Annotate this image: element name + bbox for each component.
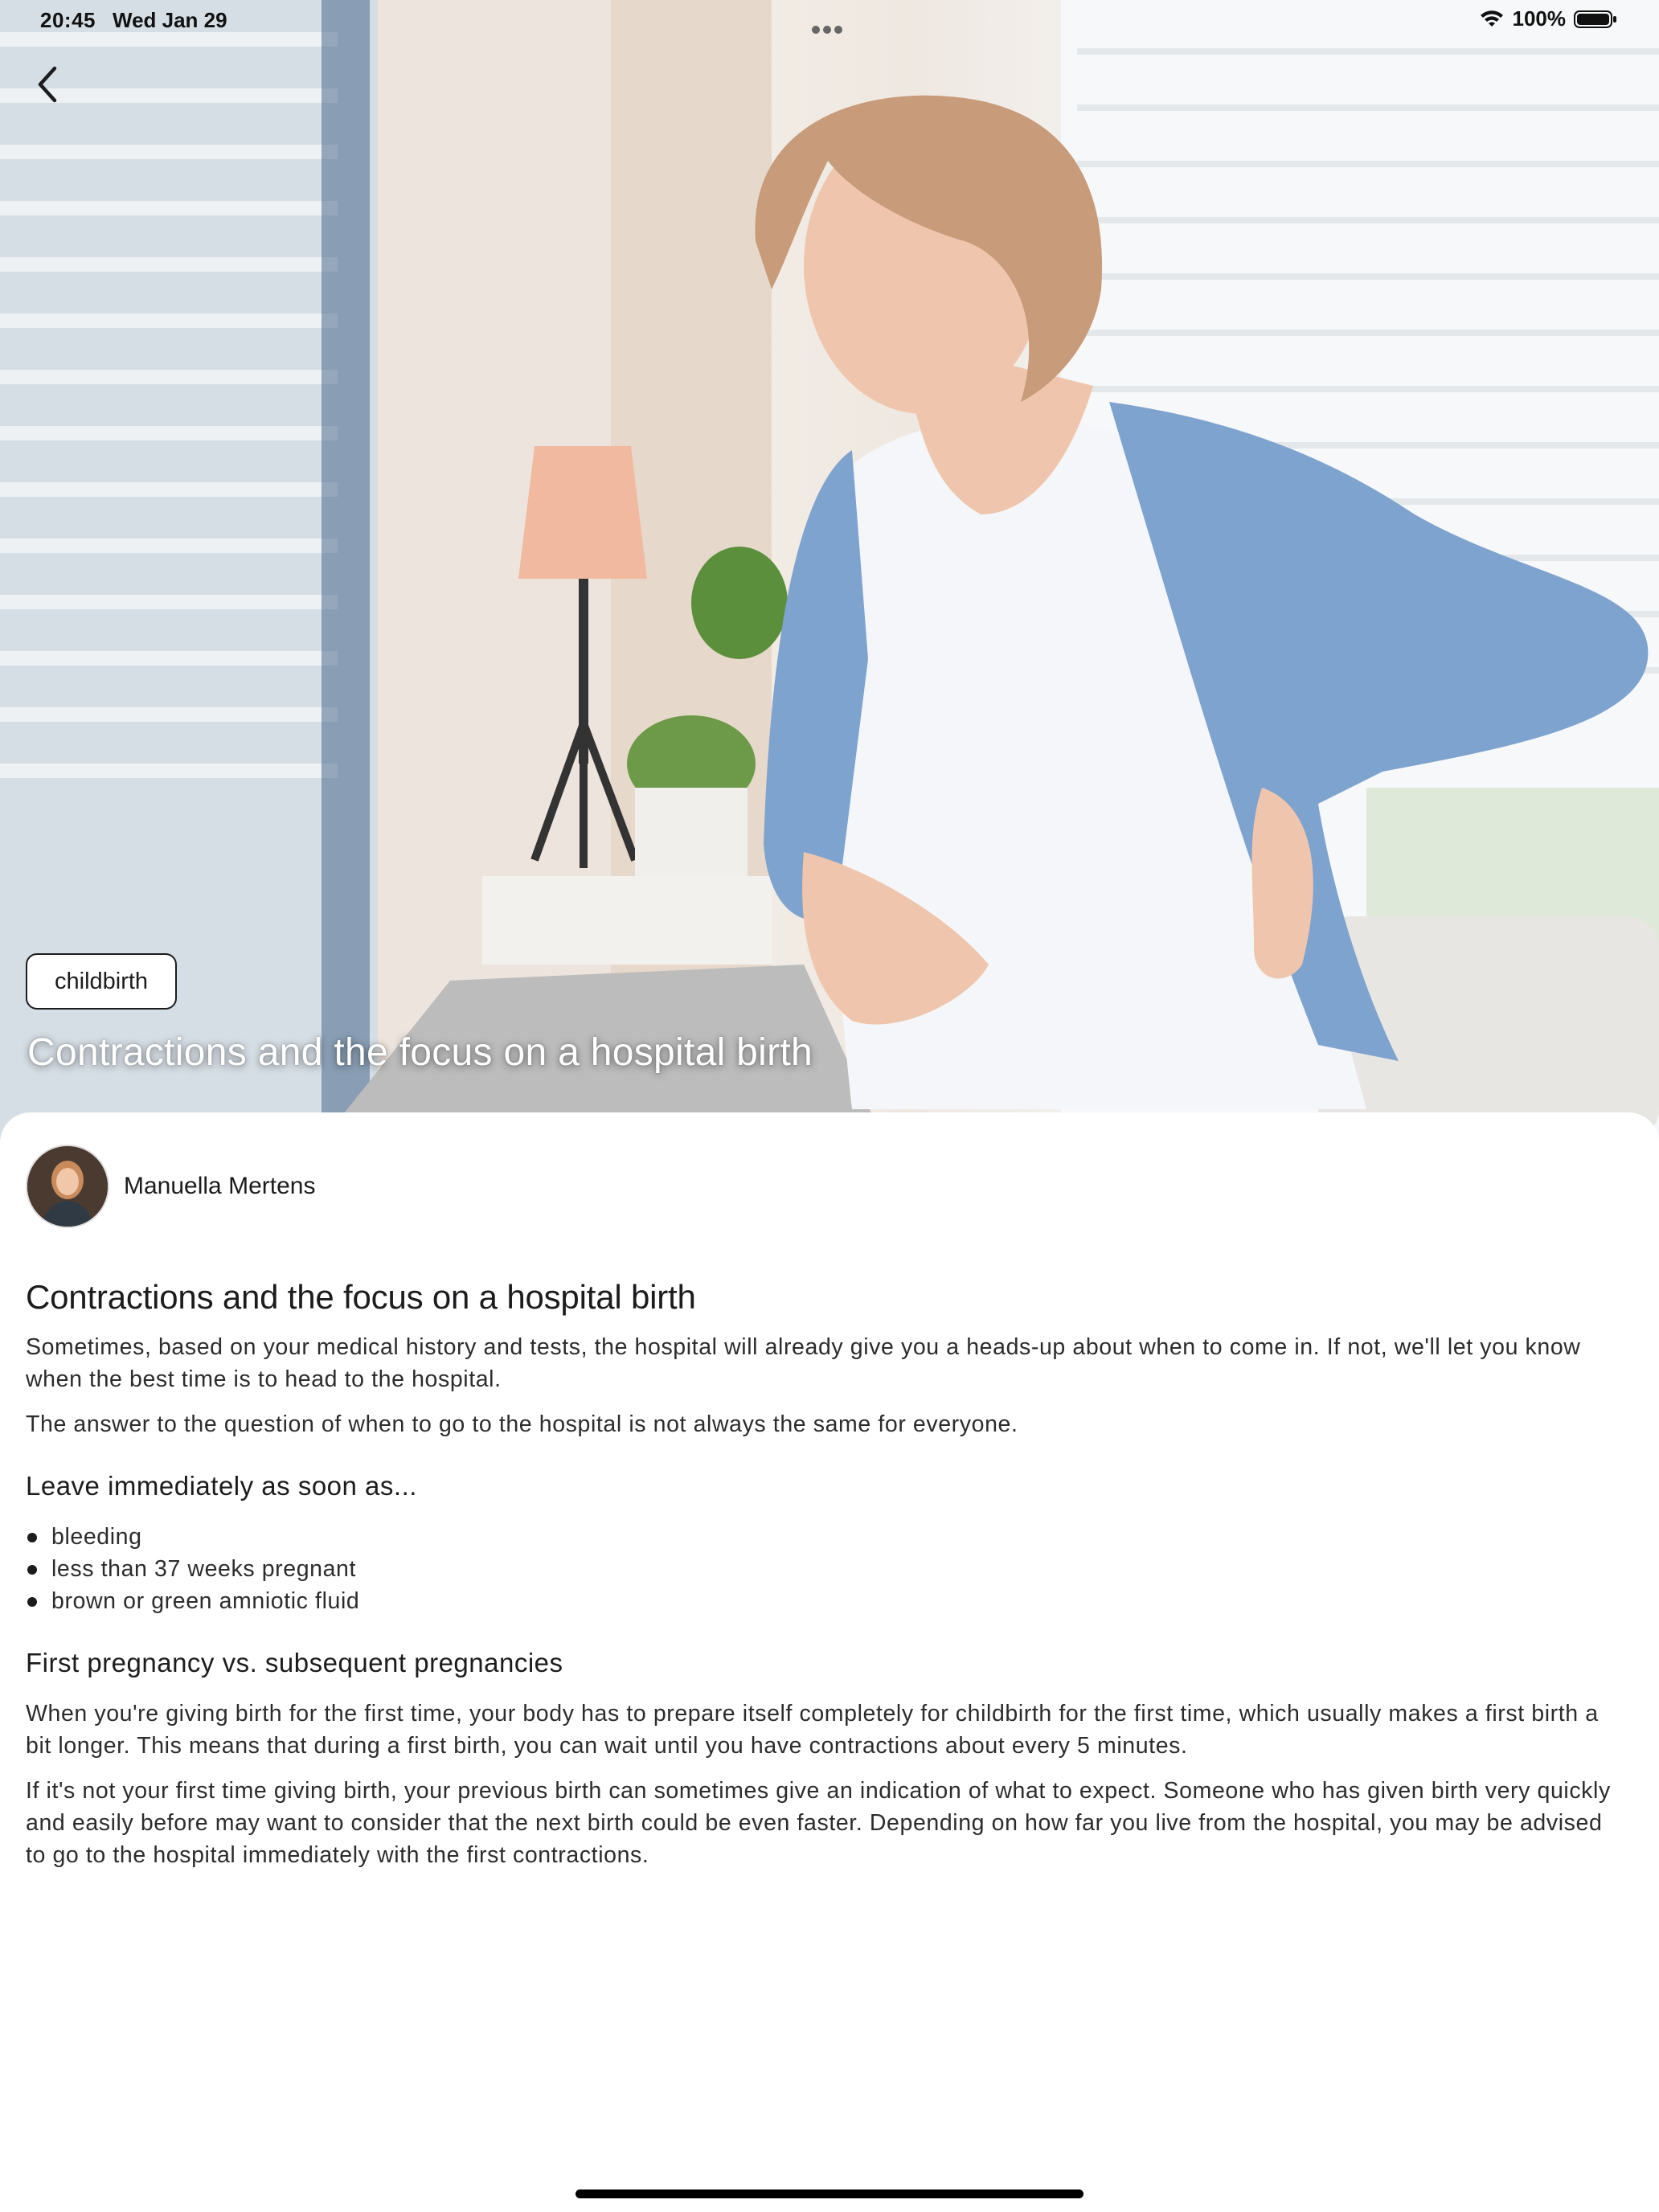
category-tag-label: childbirth — [55, 968, 149, 994]
list-item: bleeding — [26, 1521, 1625, 1553]
status-time: 20:45 — [40, 8, 96, 32]
section-heading-first-vs-subsequent: First pregnancy vs. subsequent pregnanci… — [26, 1648, 563, 1677]
section2-paragraph-2: If it's not your first time giving birth… — [26, 1778, 1611, 1868]
intro-paragraph-2: The answer to the question of when to go… — [26, 1411, 1018, 1437]
chevron-left-icon — [38, 66, 57, 103]
warning-list: bleeding less than 37 weeks pregnant bro… — [26, 1521, 1625, 1617]
home-indicator[interactable] — [576, 2189, 1083, 2198]
hero-title: Contractions and the focus on a hospital… — [27, 1031, 813, 1074]
battery-icon — [1574, 10, 1616, 28]
back-button[interactable] — [23, 56, 71, 113]
wifi-icon — [1480, 10, 1503, 27]
avatar — [26, 1145, 109, 1228]
author-portrait — [27, 1146, 108, 1227]
article-body: Contractions and the focus on a hospital… — [26, 1278, 1625, 1884]
list-item: less than 37 weeks pregnant — [26, 1553, 1625, 1585]
hero-photo-illustration — [0, 0, 1659, 1141]
article-sheet: Manuella Mertens Contractions and the fo… — [0, 1112, 1659, 2212]
author-name: Manuella Mertens — [124, 1173, 316, 1199]
category-tag[interactable]: childbirth — [26, 953, 178, 1010]
article-title: Contractions and the focus on a hospital… — [26, 1278, 696, 1316]
status-date: Wed Jan 29 — [113, 8, 227, 32]
author-row[interactable]: Manuella Mertens — [26, 1145, 315, 1228]
intro-paragraph-1: Sometimes, based on your medical history… — [26, 1334, 1581, 1392]
hero-image: 20:45 Wed Jan 29 100% childbirth Contrac… — [0, 0, 1659, 1141]
more-dots-icon[interactable] — [812, 14, 847, 34]
section2-paragraph-1: When you're giving birth for the first t… — [26, 1701, 1599, 1759]
battery-percent: 100% — [1512, 6, 1567, 31]
section-heading-leave-immediately: Leave immediately as soon as... — [26, 1471, 417, 1501]
status-indicators: 100% — [1479, 6, 1618, 31]
list-item: brown or green amniotic fluid — [26, 1585, 1625, 1617]
status-bar: 20:45 Wed Jan 29 100% — [0, 0, 1659, 39]
